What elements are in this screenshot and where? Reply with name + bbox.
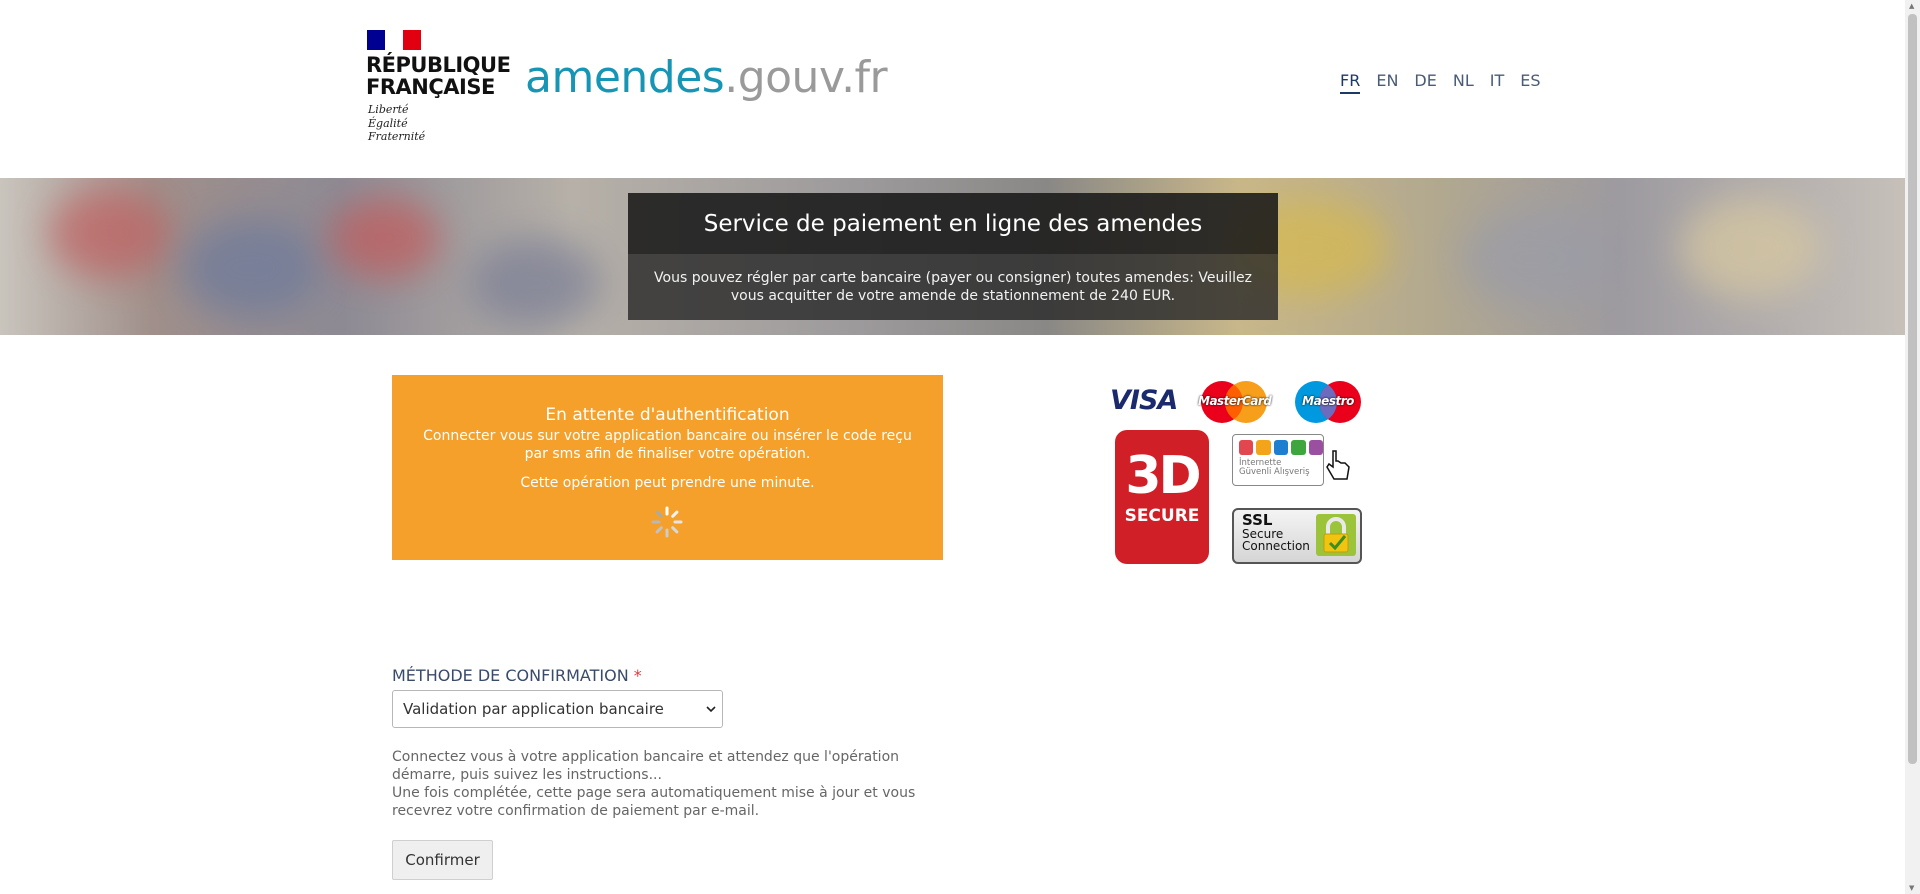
lang-nl-link[interactable]: NL (1453, 71, 1474, 94)
hero-banner: Service de paiement en ligne des amendes… (0, 178, 1905, 335)
french-flag-logo (367, 30, 421, 50)
lang-it-link[interactable]: IT (1490, 71, 1505, 94)
guvenli-alisveris-logo: İnternette Güvenli Alışveriş (1232, 434, 1350, 486)
padlock-icon (1316, 514, 1356, 556)
chevron-down-icon (706, 706, 716, 713)
site-name-domain: .gouv.fr (724, 52, 888, 103)
devise-fraternite: Fraternité (368, 130, 426, 143)
scrollbar-thumb[interactable] (1908, 14, 1917, 764)
mastercard-label: MasterCard (1198, 394, 1272, 408)
republique-line1: RÉPUBLIQUE (366, 53, 511, 77)
ssl-text: SSL Secure Connection (1242, 513, 1310, 553)
maestro-logo: Maestro (1292, 380, 1364, 424)
ssl-line3: Connection (1242, 539, 1310, 553)
igas-line2: Güvenli Alışveriş (1239, 467, 1310, 477)
devise-liberte: Liberté (368, 103, 409, 116)
confirmation-instructions: Connectez vous à votre application banca… (392, 748, 922, 820)
auth-title: En attente d'authentification (545, 405, 790, 425)
maestro-label: Maestro (1302, 394, 1354, 408)
3d-secure-logo: 3D SECURE (1115, 430, 1209, 564)
instructions-line-1: Connectez vous à votre application banca… (392, 749, 900, 783)
republique-francaise-logo[interactable]: RÉPUBLIQUE FRANÇAISE (366, 53, 511, 99)
3d-secure-small: SECURE (1124, 506, 1200, 526)
auth-description: Connecter vous sur votre application ban… (423, 428, 912, 462)
loading-spinner-icon (651, 506, 683, 538)
auth-wait-text: Cette opération peut prendre une minute. (520, 475, 815, 491)
confirmation-method-label: MÉTHODE DE CONFIRMATION * (392, 666, 642, 685)
igas-tiles-icon (1233, 435, 1324, 455)
selected-method: Validation par application bancaire (403, 700, 664, 718)
confirmation-method-select[interactable]: Validation par application bancaire (392, 690, 723, 728)
republique-line2: FRANÇAISE (366, 75, 495, 99)
mastercard-logo: MasterCard (1198, 380, 1272, 424)
scroll-up-icon[interactable]: ▲ (1909, 2, 1914, 10)
devise: Liberté Égalité Fraternité (368, 103, 425, 144)
language-switcher: FR EN DE NL IT ES (1340, 71, 1557, 94)
banner-text: Vous pouvez régler par carte bancaire (p… (628, 254, 1278, 320)
banner-box: Service de paiement en ligne des amendes… (628, 193, 1278, 320)
banner-title: Service de paiement en ligne des amendes (628, 193, 1278, 254)
authentication-pending-panel: En attente d'authentification Connecter … (392, 375, 943, 560)
site-header: RÉPUBLIQUE FRANÇAISE Liberté Égalité Fra… (0, 0, 1905, 178)
confirm-button[interactable]: Confirmer (392, 840, 493, 880)
page-scrollbar[interactable]: ▲ ▼ (1905, 0, 1920, 894)
igas-text: İnternette Güvenli Alışveriş (1233, 455, 1323, 477)
lang-de-link[interactable]: DE (1414, 71, 1436, 94)
ssl-secure-connection-logo: SSL Secure Connection (1232, 508, 1362, 564)
site-name-logo[interactable]: amendes.gouv.fr (525, 52, 888, 103)
required-marker: * (633, 666, 642, 685)
scroll-down-icon[interactable]: ▼ (1909, 884, 1914, 892)
lang-en-link[interactable]: EN (1376, 71, 1398, 94)
pointer-hand-icon (1326, 450, 1350, 480)
visa-logo: VISA (1110, 385, 1178, 416)
method-label-text: MÉTHODE DE CONFIRMATION (392, 666, 629, 685)
instructions-line-2: Une fois complétée, cette page sera auto… (392, 785, 916, 819)
site-name-amendes: amendes (525, 52, 725, 103)
lang-es-link[interactable]: ES (1520, 71, 1540, 94)
lang-fr-link[interactable]: FR (1340, 71, 1361, 94)
3d-secure-big: 3D (1125, 446, 1201, 506)
devise-egalite: Égalité (368, 116, 408, 130)
